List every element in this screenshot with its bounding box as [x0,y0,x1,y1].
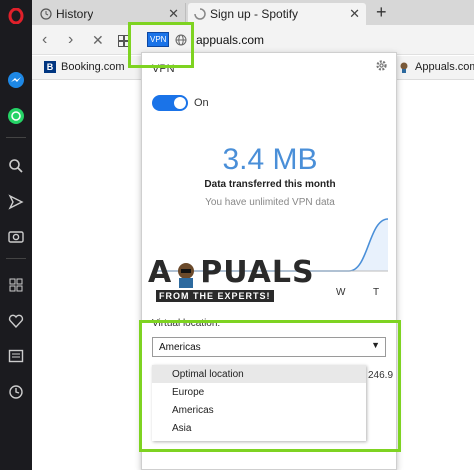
whatsapp-icon[interactable] [6,106,26,126]
booking-favicon: B [44,61,56,73]
stop-icon[interactable]: ✕ [92,32,104,49]
tab-strip: History ✕ Sign up - Spotify ✕ + [32,0,474,25]
bookmark-label: Booking.com [61,61,125,73]
tab-spotify[interactable]: Sign up - Spotify ✕ [188,3,366,25]
tab-label: History [56,7,94,21]
data-transferred-caption: Data transferred this month [204,179,336,190]
address-input[interactable]: appuals.com [196,33,264,47]
watermark-tagline: FROM THE EXPERTS! [156,290,274,302]
search-icon[interactable] [6,156,26,176]
speed-dial-icon[interactable] [6,275,26,295]
close-icon[interactable]: ✕ [349,6,360,22]
chart-day-label: T [373,287,380,298]
messenger-icon[interactable] [6,70,26,90]
history-icon[interactable] [6,382,26,402]
appuals-icon [398,61,410,73]
opera-sidebar [0,0,32,470]
tab-label: Sign up - Spotify [210,7,299,21]
chart-day-label: W [336,287,346,298]
heart-icon[interactable] [6,311,26,331]
location-highlight [139,320,401,452]
address-bar-row: ‹ › ✕ VPN appuals.com [32,25,474,55]
bookmark-booking[interactable]: B Booking.com [44,61,125,73]
vpn-toggle-label: On [194,97,209,109]
bookmark-appuals[interactable]: Appuals.com [398,61,474,73]
toggle-knob [174,97,186,109]
gear-icon[interactable] [375,59,388,77]
close-icon[interactable]: ✕ [168,6,179,22]
sidebar-divider [6,258,26,259]
send-icon[interactable] [6,192,26,212]
opera-logo-icon[interactable] [6,6,26,26]
camera-icon[interactable] [6,226,26,246]
sidebar-divider [6,137,26,138]
new-tab-button[interactable]: + [376,2,387,23]
unlimited-data-note: You have unlimited VPN data [205,197,335,208]
loading-icon [194,8,206,23]
vpn-toggle[interactable] [152,95,188,111]
vpn-badge-highlight [128,22,194,68]
watermark-logo: A PUALS [148,255,315,290]
clock-icon [40,8,52,23]
back-icon[interactable]: ‹ [42,31,47,49]
bookmark-label: Appuals.com [415,61,474,73]
forward-icon[interactable]: › [68,31,73,49]
news-icon[interactable] [6,346,26,366]
data-transferred-amount: 3.4 MB [222,143,318,176]
